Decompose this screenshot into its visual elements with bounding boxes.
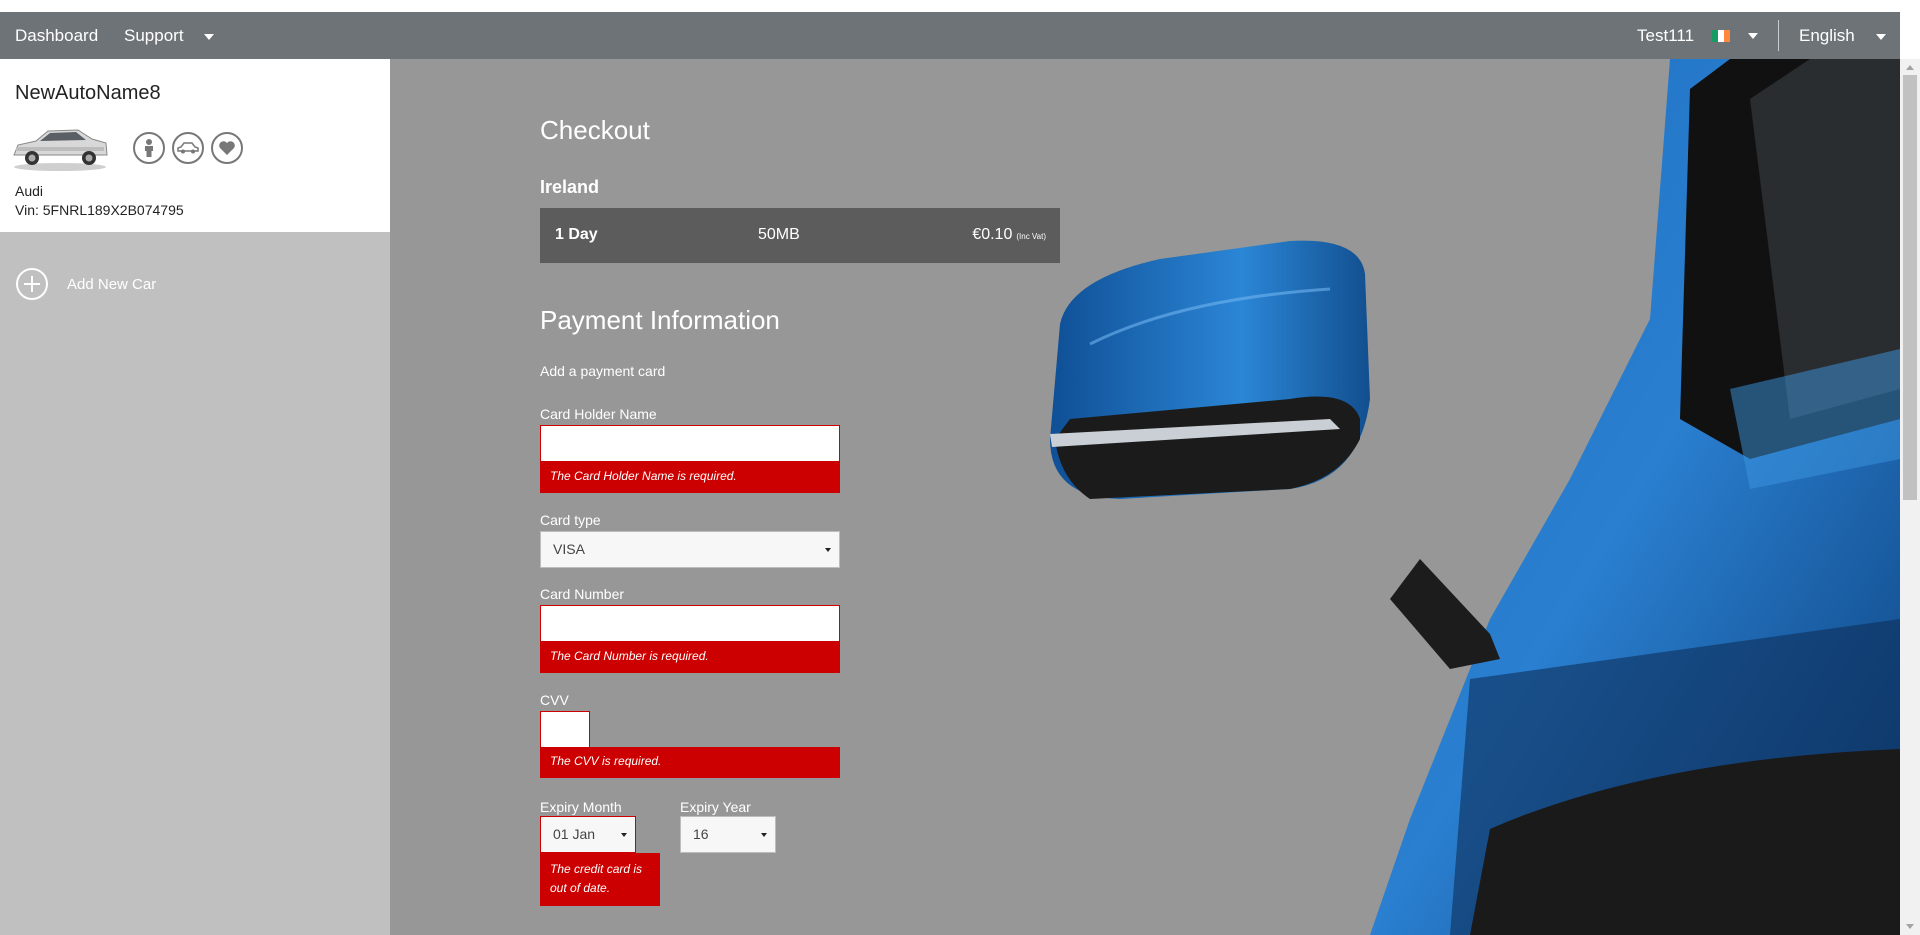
card-type-select[interactable]: VISA: [540, 531, 840, 568]
chevron-down-icon: [621, 833, 627, 837]
expiry-error: The credit card is out of date.: [540, 853, 660, 906]
chevron-down-icon: [761, 833, 767, 837]
card-number-input[interactable]: [540, 605, 840, 642]
expiry-month-select[interactable]: 01 Jan: [540, 816, 636, 853]
expiry-month-label: Expiry Month: [540, 799, 622, 815]
main-content: Checkout Ireland 1 Day 50MB €0.10 (Inc Va…: [390, 59, 1900, 935]
cvv-input[interactable]: [540, 711, 590, 748]
language-menu[interactable]: English: [1799, 12, 1886, 59]
checkout-country: Ireland: [540, 177, 600, 197]
payment-title: Payment Information: [540, 305, 780, 335]
payment-subtitle: Add a payment card: [540, 363, 666, 379]
nav-support-menu[interactable]: Support: [124, 12, 215, 59]
plan-duration: 1 Day: [555, 226, 598, 243]
car-vin: Vin: 5FNRL189X2B074795: [15, 202, 184, 218]
car-icon[interactable]: [172, 132, 204, 164]
heart-icon[interactable]: [211, 132, 243, 164]
nav-dashboard-link[interactable]: Dashboard: [15, 12, 98, 59]
car-name: NewAutoName8: [15, 82, 161, 104]
user-name: Test111: [1637, 26, 1695, 45]
cvv-label: CVV: [540, 692, 569, 708]
add-new-car-button[interactable]: Add New Car: [16, 267, 156, 301]
chevron-down-icon: [204, 33, 215, 40]
card-type-label: Card type: [540, 512, 601, 528]
card-holder-label: Card Holder Name: [540, 406, 657, 422]
sidebar: NewAutoName8 Audi Vin: 5FNRL189X2B074795…: [0, 59, 390, 935]
plan-vat-note: (Inc Vat): [1016, 232, 1046, 241]
card-holder-input[interactable]: [540, 425, 840, 462]
ireland-flag-icon: [1712, 30, 1730, 42]
plan-price-group: €0.10 (Inc Vat): [972, 226, 1046, 244]
user-menu[interactable]: Test111: [1637, 12, 1694, 59]
card-number-error: The Card Number is required.: [540, 642, 840, 673]
selected-plan-row[interactable]: 1 Day 50MB €0.10 (Inc Vat): [540, 208, 1060, 263]
chevron-down-icon: [825, 548, 831, 552]
add-new-car-label: Add New Car: [67, 275, 157, 293]
car-card[interactable]: NewAutoName8 Audi Vin: 5FNRL189X2B074795: [0, 59, 390, 232]
expiry-year-label: Expiry Year: [680, 799, 751, 815]
page-scrollbar[interactable]: [1900, 59, 1920, 935]
scrollbar-thumb[interactable]: [1903, 75, 1917, 500]
driver-profile-icon[interactable]: [133, 132, 165, 164]
language-label: English: [1799, 26, 1855, 45]
chevron-down-icon[interactable]: [1748, 33, 1758, 39]
car-mirror-hero-image: [1050, 59, 1900, 935]
card-holder-error: The Card Holder Name is required.: [540, 462, 840, 493]
scroll-up-arrow-icon[interactable]: [1906, 65, 1914, 70]
plus-icon: [16, 268, 48, 300]
chevron-down-icon: [1875, 33, 1886, 40]
expiry-year-select[interactable]: 16: [680, 816, 776, 853]
plan-data: 50MB: [758, 226, 800, 243]
top-nav-bar: Dashboard Support Test111 English: [0, 12, 1900, 59]
scroll-down-arrow-icon[interactable]: [1906, 924, 1914, 929]
car-make: Audi: [15, 183, 44, 199]
card-number-label: Card Number: [540, 586, 625, 602]
nav-divider: [1778, 20, 1779, 51]
expiry-month-value: 01 Jan: [553, 826, 596, 842]
car-thumbnail-icon: [13, 129, 108, 171]
nav-support-label: Support: [124, 26, 184, 45]
expiry-year-value: 16: [693, 826, 709, 842]
card-type-value: VISA: [553, 541, 585, 557]
plan-price: €0.10: [972, 226, 1013, 243]
checkout-title: Checkout: [540, 115, 650, 145]
cvv-error: The CVV is required.: [540, 747, 840, 778]
